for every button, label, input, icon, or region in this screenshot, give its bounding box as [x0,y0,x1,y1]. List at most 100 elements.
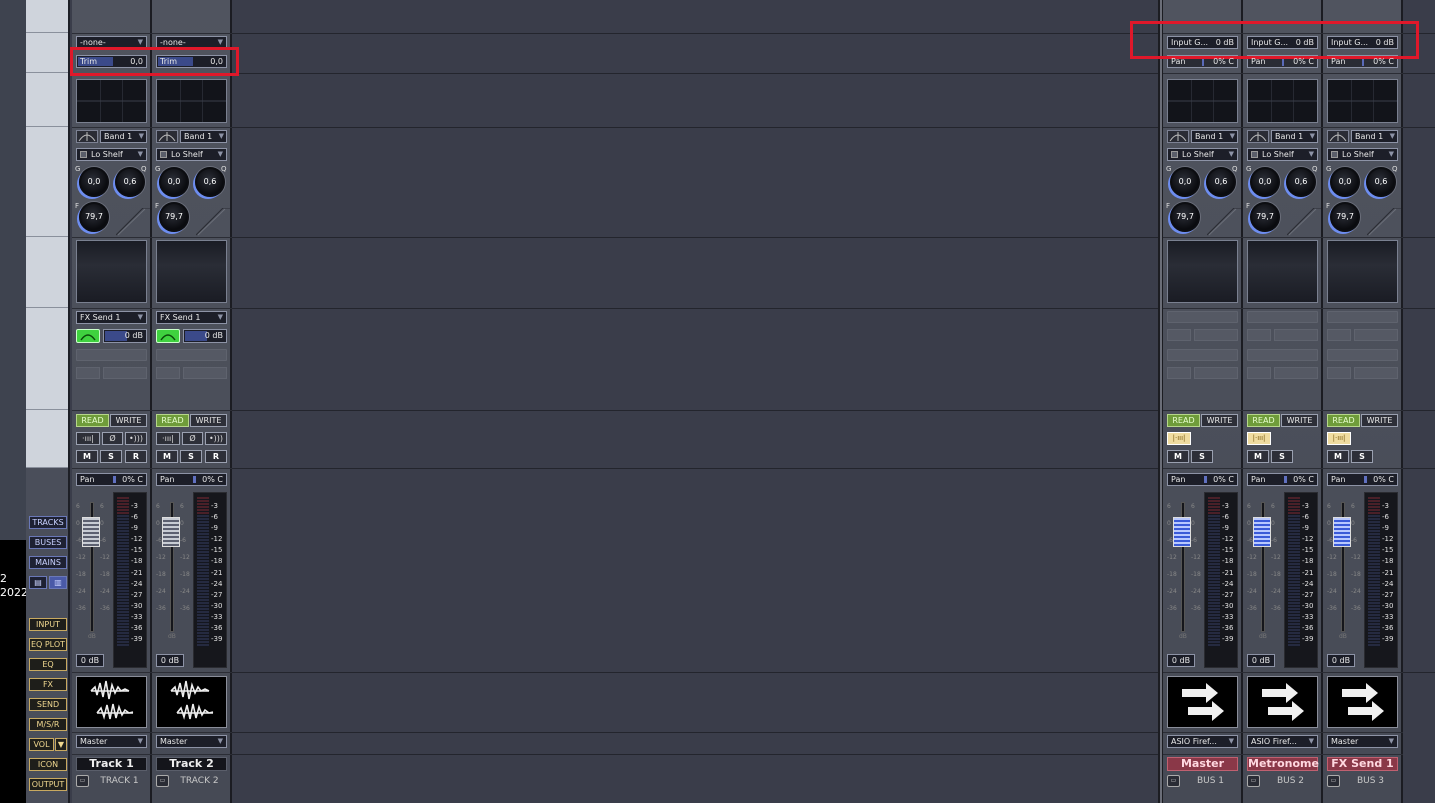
output-select[interactable]: Master ▼ [156,735,227,748]
eq-plot[interactable] [1247,79,1318,123]
eq-filter-type-select[interactable]: Lo Shelf ▼ [1247,148,1318,161]
freq-knob[interactable]: 79,7 [79,202,109,232]
eq-plot[interactable] [1167,79,1238,123]
gain-knob[interactable]: 0,0 [1250,167,1280,197]
empty-send-level[interactable] [103,367,147,379]
channel-name[interactable]: Track 1 [76,757,147,771]
volume-readout[interactable]: 0 dB [1247,654,1275,667]
section-fx-button[interactable]: FX [29,678,67,691]
view-buses-button[interactable]: BUSES [29,536,67,549]
automation-write-button[interactable]: WRITE [1201,414,1238,427]
channel-type-icon[interactable]: ▭ [156,775,169,787]
view-tracks-button[interactable]: TRACKS [29,516,67,529]
eq-enable-checkbox[interactable] [1331,151,1338,158]
mute-button[interactable]: M [1247,450,1269,463]
input-monitor-icon[interactable]: ·ııı| [156,432,180,445]
volume-readout[interactable]: 0 dB [1327,654,1355,667]
section-eqplot-button[interactable]: EQ PLOT [29,638,67,651]
section-output-button[interactable]: OUTPUT [29,778,67,791]
view-mains-button[interactable]: MAINS [29,556,67,569]
input-monitor-icon[interactable]: ·ııı| [76,432,100,445]
pan-control[interactable]: Pan 0% C [1247,473,1318,486]
send-level-slider[interactable]: 0 dB [183,329,227,343]
pan-control[interactable]: Pan 0% C [1167,473,1238,486]
output-select[interactable]: Master ▼ [76,735,147,748]
eq-band-select[interactable]: Band 1 ▼ [1351,130,1398,143]
automation-read-button[interactable]: READ [1327,414,1360,427]
list-view-icon[interactable]: ▤ [29,576,47,589]
channel-type-icon[interactable]: ▭ [1327,775,1340,787]
section-send-button[interactable]: SEND [29,698,67,711]
automation-write-button[interactable]: WRITE [190,414,227,427]
eq-band-icon[interactable] [156,130,178,143]
input-monitor-icon[interactable]: |·ııı| [1167,432,1191,445]
eq-plot[interactable] [1327,79,1398,123]
eq-enable-checkbox[interactable] [80,151,87,158]
eq-enable-checkbox[interactable] [160,151,167,158]
solo-button[interactable]: S [1191,450,1213,463]
eq-plot[interactable] [156,79,227,123]
section-eq-button[interactable]: EQ [29,658,67,671]
q-knob[interactable]: 0,6 [1366,167,1396,197]
speaker-output-icon[interactable]: •))) [205,432,227,445]
empty-send-level[interactable] [183,367,227,379]
volume-readout[interactable]: 0 dB [1167,654,1195,667]
volume-readout[interactable]: 0 dB [76,654,104,667]
automation-read-button[interactable]: READ [156,414,189,427]
freq-knob[interactable]: 79,7 [1250,202,1280,232]
freq-knob[interactable]: 79,7 [1330,202,1360,232]
automation-read-button[interactable]: READ [76,414,109,427]
automation-read-button[interactable]: READ [1247,414,1280,427]
fx-slot-window[interactable] [1327,240,1398,303]
empty-send-slot[interactable] [76,349,147,361]
vol-arrow-icon[interactable]: ▼ [55,738,67,751]
channel-name[interactable]: Metronome [1247,757,1319,771]
output-select[interactable]: ASIO Firef... ▼ [1167,735,1238,748]
fx-slot-window[interactable] [1167,240,1238,303]
channel-name[interactable]: Master [1167,757,1238,771]
channel-name[interactable]: FX Send 1 [1327,757,1398,771]
eq-band-select[interactable]: Band 1 ▼ [180,130,227,143]
volume-fader-handle[interactable] [1253,517,1271,547]
mute-button[interactable]: M [156,450,178,463]
channel-type-icon[interactable]: ▭ [1247,775,1260,787]
q-knob[interactable]: 0,6 [1206,167,1236,197]
section-icon-button[interactable]: ICON [29,758,67,771]
eq-band-select[interactable]: Band 1 ▼ [1271,130,1318,143]
automation-write-button[interactable]: WRITE [110,414,147,427]
volume-fader-handle[interactable] [82,517,100,547]
automation-write-button[interactable]: WRITE [1361,414,1398,427]
eq-enable-checkbox[interactable] [1251,151,1258,158]
freq-knob[interactable]: 79,7 [159,202,189,232]
input-gain-slider[interactable]: Input G... 0 dB [1327,36,1398,49]
eq-enable-checkbox[interactable] [1171,151,1178,158]
waveform-track-icon[interactable] [76,676,147,728]
channel-type-icon[interactable]: ▭ [76,775,89,787]
gain-knob[interactable]: 0,0 [1170,167,1200,197]
bus-arrows-icon[interactable] [1247,676,1318,728]
pan-control[interactable]: Pan 0% C [76,473,147,486]
record-arm-button[interactable]: R [205,450,227,463]
pan-control[interactable]: Pan 0% C [1327,473,1398,486]
freq-knob[interactable]: 79,7 [1170,202,1200,232]
output-select[interactable]: Master ▼ [1327,735,1398,748]
eq-band-icon[interactable] [1247,130,1269,143]
send-select[interactable]: FX Send 1 ▼ [76,311,147,324]
fx-slot-window[interactable] [76,240,147,303]
channel-type-icon[interactable]: ▭ [1167,775,1180,787]
channel-name[interactable]: Track 2 [156,757,227,771]
eq-band-select[interactable]: Band 1 ▼ [1191,130,1238,143]
section-msr-button[interactable]: M/S/R [29,718,67,731]
eq-filter-type-select[interactable]: Lo Shelf ▼ [1167,148,1238,161]
empty-send-enable[interactable] [156,367,180,379]
solo-button[interactable]: S [100,450,122,463]
waveform-track-icon[interactable] [156,676,227,728]
automation-read-button[interactable]: READ [1167,414,1200,427]
phase-invert-button[interactable]: Ø [102,432,123,445]
empty-send-enable[interactable] [76,367,100,379]
input-gain-slider[interactable]: Input G... 0 dB [1247,36,1318,49]
mute-button[interactable]: M [1327,450,1349,463]
eq-filter-type-select[interactable]: Lo Shelf ▼ [1327,148,1398,161]
mute-button[interactable]: M [76,450,98,463]
mute-button[interactable]: M [1167,450,1189,463]
